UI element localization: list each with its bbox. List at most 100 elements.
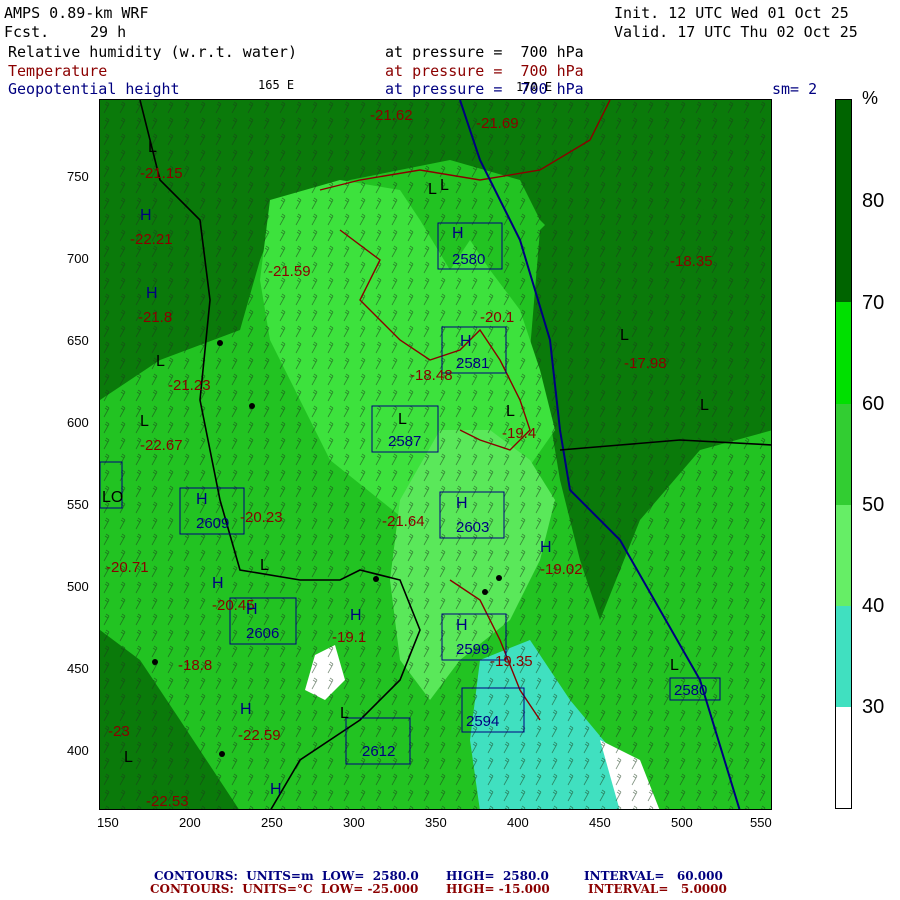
x-tick: 350 bbox=[425, 815, 447, 830]
colorbar-label: 40 bbox=[862, 595, 885, 617]
x-tick: 450 bbox=[589, 815, 611, 830]
high-marker: H bbox=[456, 617, 468, 634]
colorbar-label: 50 bbox=[862, 494, 885, 516]
temp-label: -22.21 bbox=[130, 231, 173, 248]
station-marker bbox=[219, 751, 225, 757]
height-label: 2580 bbox=[452, 251, 485, 268]
wind-barbs bbox=[100, 100, 771, 809]
footer-temp-contours: CONTOURS: UNITS=°C LOW= -25.000 bbox=[150, 882, 419, 896]
y-tick: 450 bbox=[67, 661, 89, 676]
temp-label: -18.35 bbox=[670, 253, 713, 270]
temp-label: -22.53 bbox=[146, 793, 189, 810]
x-tick: 400 bbox=[507, 815, 529, 830]
temp-label: -18.48 bbox=[410, 367, 453, 384]
field-temp: Temperature bbox=[8, 62, 108, 80]
height-label: 2587 bbox=[388, 433, 421, 450]
height-label: 2599 bbox=[456, 641, 489, 658]
high-marker: H bbox=[212, 575, 224, 592]
temp-label: -19.4 bbox=[502, 425, 536, 442]
height-label: 2580 bbox=[674, 682, 707, 699]
y-tick: 750 bbox=[67, 169, 89, 184]
x-tick: 500 bbox=[671, 815, 693, 830]
x-tick: 200 bbox=[179, 815, 201, 830]
colorbar-segment-40 bbox=[836, 606, 851, 707]
x-tick: 150 bbox=[97, 815, 119, 830]
height-label: 2603 bbox=[456, 519, 489, 536]
colorbar-segment-30 bbox=[836, 707, 851, 808]
footer-height-high: HIGH= 2580.0 bbox=[446, 869, 549, 883]
temp-label: -21.8 bbox=[138, 309, 172, 326]
y-tick: 500 bbox=[67, 579, 89, 594]
temp-label: -21.23 bbox=[168, 377, 211, 394]
colorbar-segment-50 bbox=[836, 505, 851, 606]
colorbar-label: 70 bbox=[862, 292, 885, 314]
low-marker: L bbox=[506, 403, 515, 420]
height-label: 2606 bbox=[246, 625, 279, 642]
footer-temp-high: HIGH= -15.000 bbox=[446, 882, 550, 896]
high-marker: H bbox=[460, 333, 472, 350]
y-tick: 400 bbox=[67, 743, 89, 758]
y-tick: 550 bbox=[67, 497, 89, 512]
high-marker: H bbox=[196, 491, 208, 508]
temp-label: -18.8 bbox=[178, 657, 212, 674]
x-tick: 300 bbox=[343, 815, 365, 830]
temp-label: -20.71 bbox=[106, 559, 149, 576]
temp-label: -21.69 bbox=[476, 115, 519, 132]
station-marker bbox=[373, 576, 379, 582]
high-marker: H bbox=[456, 495, 468, 512]
colorbar-segment-80 bbox=[836, 100, 851, 302]
colorbar-unit: % bbox=[862, 88, 879, 108]
station-marker bbox=[496, 575, 502, 581]
colorbar-label: 80 bbox=[862, 190, 885, 212]
low-marker: L bbox=[700, 397, 709, 414]
field-rh: Relative humidity (w.r.t. water) bbox=[8, 43, 297, 61]
high-marker: H bbox=[540, 539, 552, 556]
y-tick: 600 bbox=[67, 415, 89, 430]
temp-label: -22.67 bbox=[140, 437, 183, 454]
forecast-label: Fcst. bbox=[4, 23, 50, 41]
valid-time: Valid. 17 UTC Thu 02 Oct 25 bbox=[614, 23, 858, 41]
low-marker: L bbox=[140, 413, 149, 430]
low-marker: L bbox=[156, 353, 165, 370]
temp-label: -19.35 bbox=[490, 653, 533, 670]
temp-label: -19.1 bbox=[332, 629, 366, 646]
high-marker: H bbox=[350, 607, 362, 624]
x-tick: 550 bbox=[750, 815, 772, 830]
y-tick: 700 bbox=[67, 251, 89, 266]
colorbar-label: 30 bbox=[862, 696, 885, 718]
temp-label: -21.64 bbox=[382, 513, 425, 530]
high-marker: H bbox=[240, 701, 252, 718]
high-marker: H bbox=[140, 207, 152, 224]
temp-label: -21.62 bbox=[370, 107, 413, 124]
height-label: 2609 bbox=[196, 515, 229, 532]
temp-label: -19.02 bbox=[540, 561, 583, 578]
temp-label: -21.59 bbox=[268, 263, 311, 280]
low-marker: L bbox=[670, 657, 679, 674]
low-marker: L bbox=[440, 177, 449, 194]
station-marker bbox=[249, 403, 255, 409]
temp-label: -21.15 bbox=[140, 165, 183, 182]
temp-label: -22.59 bbox=[238, 727, 281, 744]
colorbar-segment-70 bbox=[836, 302, 851, 404]
footer-temp-interval: INTERVAL= 5.0000 bbox=[588, 882, 727, 896]
colorbar bbox=[835, 99, 852, 809]
low-marker: L bbox=[428, 181, 437, 198]
high-marker: H bbox=[270, 781, 282, 798]
field-geopotential-level: at pressure = 700 hPa bbox=[385, 80, 584, 98]
height-label: 2594 bbox=[466, 713, 499, 730]
footer-height-interval: INTERVAL= 60.000 bbox=[584, 869, 723, 883]
height-label: 2581 bbox=[456, 355, 489, 372]
low-marker: L bbox=[620, 327, 629, 344]
map-plot: -21.62 -21.69 -21.15 -22.21 -21.59 -21.8… bbox=[99, 99, 772, 810]
temp-label: -23 bbox=[108, 723, 130, 740]
low-marker: L bbox=[340, 705, 349, 722]
colorbar-label: 60 bbox=[862, 393, 885, 415]
station-marker bbox=[482, 589, 488, 595]
x-tick: 250 bbox=[261, 815, 283, 830]
field-rh-level: at pressure = 700 hPa bbox=[385, 43, 584, 61]
height-label: 2612 bbox=[362, 743, 395, 760]
temp-label: -17.98 bbox=[624, 355, 667, 372]
model-title: AMPS 0.89-km WRF bbox=[4, 4, 149, 22]
longitude-label-170e: 170 E bbox=[516, 80, 553, 94]
temp-label: -20.23 bbox=[240, 509, 283, 526]
